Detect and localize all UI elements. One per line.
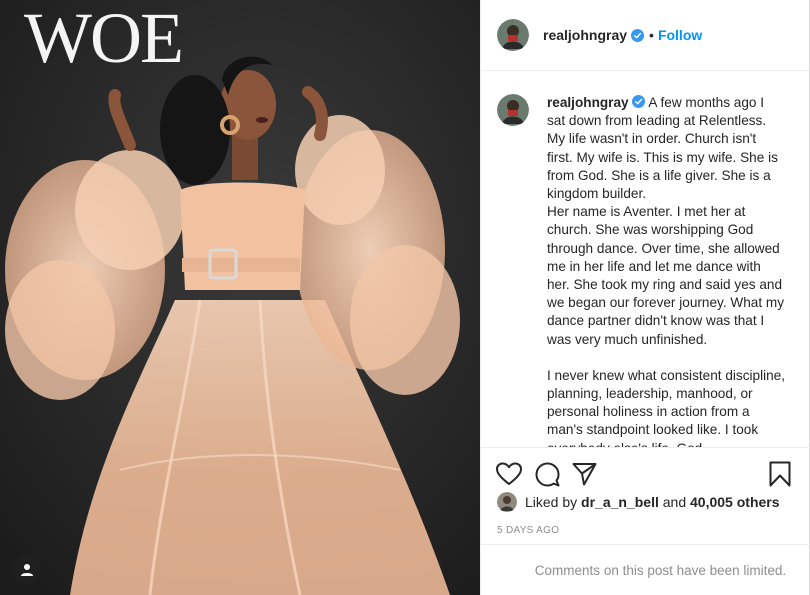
likes-connector: and <box>662 494 687 510</box>
comments-limited-bar: Comments on this post have been limited. <box>481 544 810 595</box>
verified-badge-icon <box>631 28 645 42</box>
heart-icon <box>496 462 522 485</box>
caption-body-1: A few months ago I sat down from leading… <box>547 95 778 202</box>
user-tag-icon <box>20 563 33 576</box>
caption-scroll-area[interactable]: realjohngray A few months ago I sat down… <box>481 72 810 447</box>
user-tag-button[interactable] <box>12 555 41 584</box>
header-username[interactable]: realjohngray <box>543 27 627 43</box>
magazine-logo: WOE <box>24 0 184 78</box>
caption-paragraph-1: realjohngray A few months ago I sat down… <box>547 94 785 203</box>
likes-prefix: Liked by <box>525 494 578 510</box>
follow-button[interactable]: Follow <box>658 27 702 43</box>
bookmark-icon <box>769 461 791 487</box>
post-timestamp[interactable]: 5 DAYS AGO <box>497 525 559 536</box>
comment-icon <box>535 462 559 486</box>
verified-badge-icon <box>632 95 646 108</box>
avatar-image <box>497 492 517 512</box>
caption-avatar[interactable] <box>497 94 529 126</box>
post-header: realjohngray • Follow <box>481 0 809 71</box>
likes-summary: Liked by dr_a_n_bell and 40,005 others <box>497 492 780 512</box>
avatar[interactable] <box>497 19 529 51</box>
post-side-panel: realjohngray • Follow realjohngray A few… <box>480 0 810 595</box>
caption-paragraph-2: Her name is Aventer. I met her at church… <box>547 204 784 347</box>
likes-count[interactable]: 40,005 others <box>690 494 780 510</box>
liker-username[interactable]: dr_a_n_bell <box>581 494 659 510</box>
paper-plane-icon <box>572 463 596 486</box>
post-photo[interactable]: WOE <box>0 0 480 595</box>
caption-paragraph-3: I never knew what consistent discipline,… <box>547 367 786 447</box>
photo-scene <box>0 0 480 595</box>
avatar-image <box>497 94 529 126</box>
liker-avatar[interactable] <box>497 492 517 512</box>
comments-limited-notice: Comments on this post have been limited. <box>534 562 787 578</box>
instagram-post: WOE realjohngray • Follow realjohngray A… <box>0 0 810 595</box>
caption-text: realjohngray A few months ago I sat down… <box>547 94 785 447</box>
comment-button[interactable] <box>533 460 561 488</box>
caption-username[interactable]: realjohngray <box>547 95 629 110</box>
avatar-image <box>497 19 529 51</box>
separator-dot: • <box>649 27 654 43</box>
like-button[interactable] <box>495 460 523 488</box>
save-button[interactable] <box>766 460 794 488</box>
share-button[interactable] <box>570 460 598 488</box>
